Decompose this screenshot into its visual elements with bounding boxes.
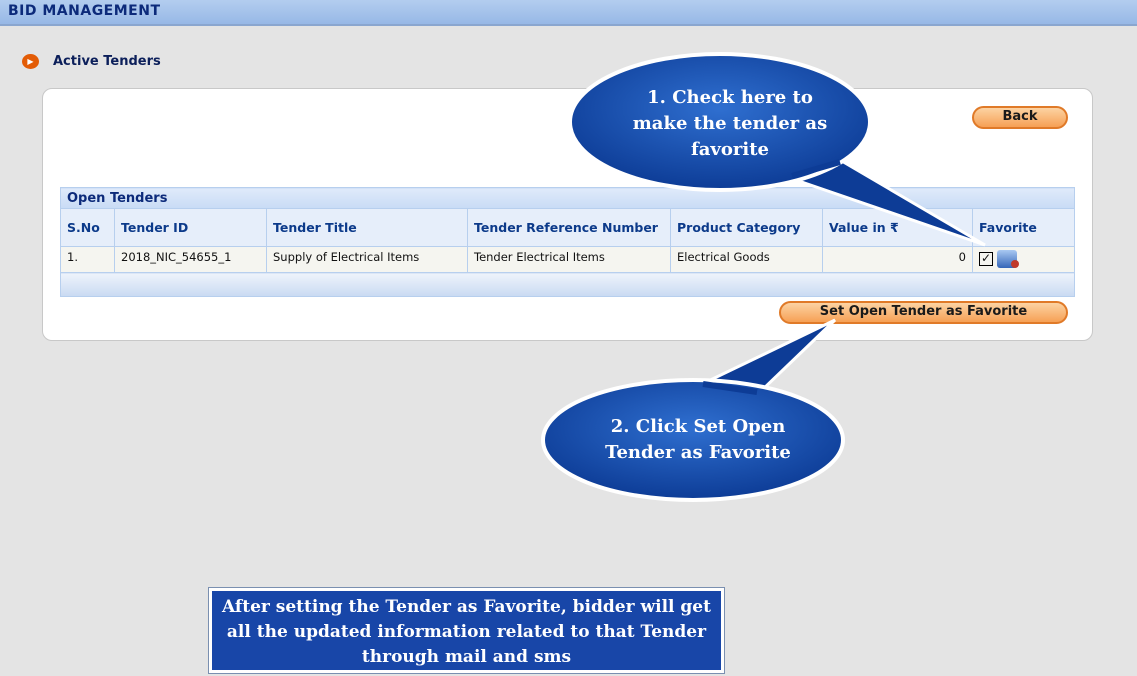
callout-shapes	[541, 52, 986, 502]
callout-2-text: 2. Click Set Open Tender as Favorite	[605, 416, 791, 463]
callout-2-bubble	[541, 318, 845, 502]
callout-1-text: 1. Check here to make the tender as favo…	[632, 87, 828, 160]
info-note: After setting the Tender as Favorite, bi…	[208, 587, 725, 674]
